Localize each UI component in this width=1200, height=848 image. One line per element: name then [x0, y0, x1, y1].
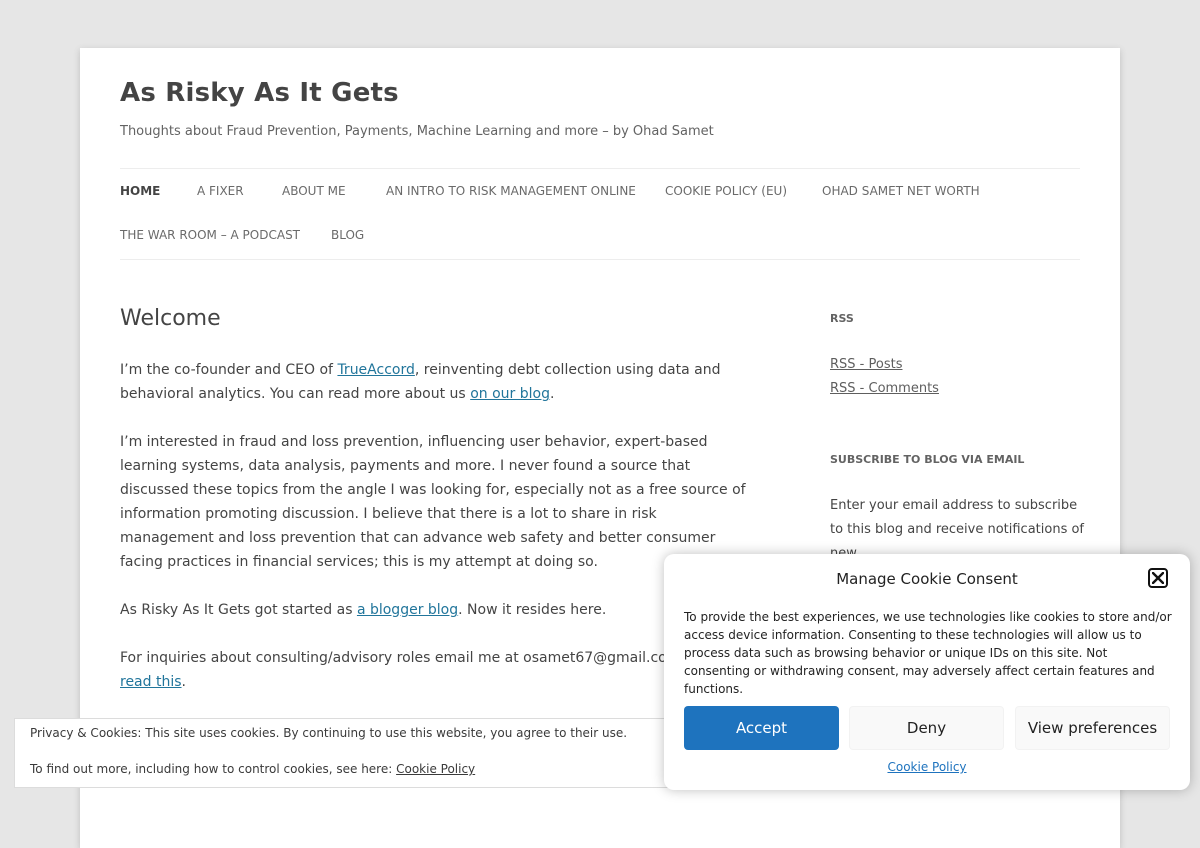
- read-this-link[interactable]: read this: [120, 674, 182, 690]
- accept-button[interactable]: Accept: [684, 706, 839, 750]
- cookie-notice-text: Privacy & Cookies: This site uses cookie…: [30, 726, 628, 740]
- consent-cookie-policy-link[interactable]: Cookie Policy: [887, 760, 966, 774]
- contact-text: For inquiries about consulting/advisory …: [120, 650, 713, 666]
- history-text-a: As Risky As It Gets got started as: [120, 602, 357, 618]
- cookie-notice-more-text: To find out more, including how to contr…: [30, 762, 397, 776]
- contact-text-end: .: [181, 674, 186, 690]
- close-icon[interactable]: [1148, 568, 1168, 588]
- rss-comments-link[interactable]: RSS - Comments: [830, 381, 939, 396]
- consent-policy-row: Cookie Policy: [664, 760, 1190, 774]
- nav-item-net-worth[interactable]: OHAD SAMET NET WORTH: [822, 184, 980, 198]
- nav-item-about-me[interactable]: ABOUT ME: [282, 184, 346, 198]
- intro-text-a: I’m the co-founder and CEO of: [120, 362, 338, 378]
- rss-widget-title: RSS: [830, 312, 854, 325]
- cookie-notice-bar: Privacy & Cookies: This site uses cookie…: [14, 718, 696, 788]
- intro-text-c: .: [549, 386, 555, 402]
- nav-item-home[interactable]: HOME: [120, 184, 160, 198]
- nav-item-war-room-podcast[interactable]: THE WAR ROOM – A PODCAST: [120, 228, 300, 242]
- history-paragraph: As Risky As It Gets got started as a blo…: [120, 598, 750, 622]
- nav-item-blog[interactable]: BLOG: [331, 228, 364, 242]
- cookie-bar-policy-link[interactable]: Cookie Policy: [396, 762, 475, 776]
- interests-paragraph: I’m interested in fraud and loss prevent…: [120, 434, 746, 570]
- subscribe-widget-title: SUBSCRIBE TO BLOG VIA EMAIL: [830, 453, 1025, 466]
- rss-list-item: RSS - Posts: [830, 353, 1090, 377]
- nav-item-cookie-policy[interactable]: COOKIE POLICY (EU): [665, 184, 787, 198]
- deny-button[interactable]: Deny: [849, 706, 1004, 750]
- consent-title: Manage Cookie Consent: [836, 570, 1018, 588]
- nav-item-a-fixer[interactable]: A FIXER: [197, 184, 244, 198]
- nav-item-intro-risk-management[interactable]: AN INTRO TO RISK MANAGEMENT ONLINE: [386, 184, 636, 198]
- rss-list-item: RSS - Comments: [830, 377, 1090, 401]
- our-blog-link[interactable]: on our blog: [470, 386, 550, 402]
- content-body: I’m the co-founder and CEO of TrueAccord…: [120, 358, 750, 718]
- site-tagline: Thoughts about Fraud Prevention, Payment…: [120, 124, 714, 139]
- sidebar: RSS RSS - Posts RSS - Comments SUBSCRIBE…: [830, 312, 1090, 566]
- intro-paragraph: I’m the co-founder and CEO of TrueAccord…: [120, 358, 750, 406]
- close-x-glyph: [1152, 572, 1164, 584]
- view-preferences-button[interactable]: View preferences: [1015, 706, 1170, 750]
- blogger-blog-link[interactable]: a blogger blog: [357, 602, 458, 618]
- rss-list: RSS - Posts RSS - Comments: [830, 353, 1090, 401]
- site-title[interactable]: As Risky As It Gets: [120, 78, 399, 108]
- main-navigation: HOME A FIXER ABOUT ME AN INTRO TO RISK M…: [120, 168, 1080, 260]
- cookie-notice-more: To find out more, including how to contr…: [30, 762, 475, 776]
- contact-paragraph: For inquiries about consulting/advisory …: [120, 646, 750, 694]
- page-title: Welcome: [120, 306, 221, 331]
- cookie-consent-dialog: Manage Cookie Consent To provide the bes…: [664, 554, 1190, 790]
- consent-message: To provide the best experiences, we use …: [684, 610, 1172, 696]
- main-content: Welcome I’m the co-founder and CEO of Tr…: [120, 306, 750, 690]
- rss-posts-link[interactable]: RSS - Posts: [830, 357, 902, 372]
- trueaccord-link[interactable]: TrueAccord: [337, 362, 414, 378]
- history-text-b: . Now it resides here.: [458, 602, 607, 618]
